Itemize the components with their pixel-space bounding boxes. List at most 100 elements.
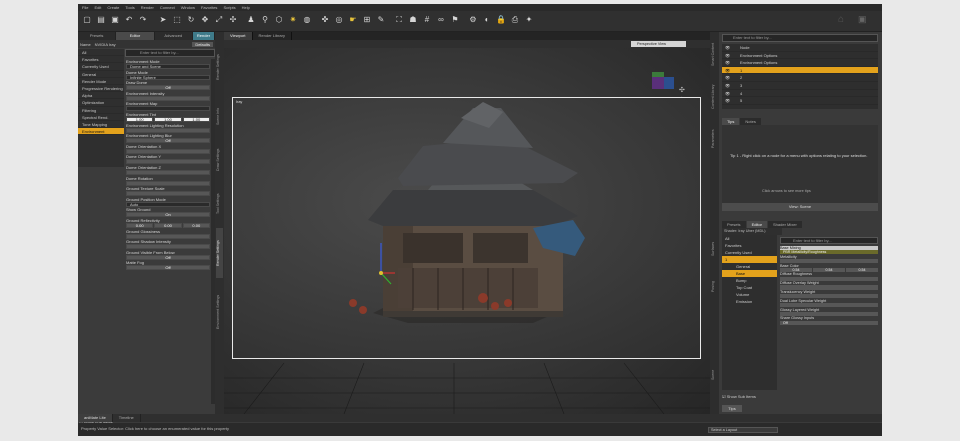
vtab-smart-content[interactable]: Smart Content (711, 36, 718, 72)
prop-share-glossy-inputs[interactable]: Share Glossy Inputs Off (780, 316, 878, 325)
category-item-environment[interactable]: Environment (78, 128, 124, 136)
menu-favorites[interactable]: Favorites (201, 5, 217, 10)
visibility-icon[interactable]: 👁 (725, 82, 730, 90)
scene-node[interactable]: 👁 4 (722, 90, 878, 98)
new-scene-icon[interactable]: ▢ (82, 15, 92, 25)
visibility-icon[interactable]: 👁 (725, 74, 730, 82)
tab-notes[interactable]: Notes (740, 118, 761, 125)
prop-environment-tint[interactable]: Environment Tint 1.00 1.00 1.00 (125, 112, 211, 123)
prop-environment-map[interactable]: Environment Map (125, 101, 211, 112)
reflect-r[interactable]: 0.00 (126, 222, 154, 228)
prop-value[interactable]: Off (126, 254, 210, 260)
camera-select[interactable]: Perspective View (631, 41, 686, 47)
prop-slider[interactable] (126, 159, 210, 165)
rotate-icon[interactable]: ↻ (186, 15, 196, 25)
show-sub-items-checkbox[interactable]: ☑ Show Sub Items (722, 394, 756, 399)
iray-icon[interactable]: ✦ (524, 15, 534, 25)
category-item[interactable]: Optimization (78, 99, 124, 107)
prop-ground-shadow-intensity[interactable]: Ground Shadow Intensity (125, 239, 211, 250)
joint-editor-icon[interactable]: ⚲ (260, 15, 270, 25)
region-navigator-icon[interactable]: ⊞ (362, 15, 372, 25)
prop-dome-rotation[interactable]: Dome Rotation (125, 176, 211, 187)
prop-slider[interactable] (126, 180, 210, 186)
prop-slider[interactable] (126, 127, 210, 133)
base-color-g[interactable]: 0.54 (813, 267, 845, 272)
render-button[interactable]: Render (192, 32, 215, 40)
prop-metallicity[interactable]: Metallicity (780, 255, 878, 264)
spot-render-icon[interactable]: ◎ (334, 15, 344, 25)
scene-node[interactable]: 👁 Environment Options (722, 59, 878, 67)
prop-matte-fog[interactable]: Matte Fog Off (125, 260, 211, 271)
category-item[interactable]: General (78, 71, 124, 78)
scene-node[interactable]: 👁 Node (722, 44, 878, 52)
vtab-environment-settings[interactable]: Environment Settings (216, 282, 223, 342)
prop-ground-position-mode[interactable]: Ground Position Mode Auto (125, 197, 211, 208)
surface-category-base[interactable]: Base (722, 270, 777, 277)
layout-select[interactable]: Select a Layout (708, 427, 778, 433)
prop-ground-glossiness[interactable]: Ground Glossiness (125, 229, 211, 240)
surface-tool-icon[interactable]: ◍ (302, 15, 312, 25)
prop-slider[interactable] (126, 148, 210, 154)
pagoda-house-model[interactable] (233, 98, 702, 360)
prop-slider[interactable] (780, 259, 878, 264)
undo-icon[interactable]: ↶ (124, 15, 134, 25)
base-mixing-select[interactable]: PBR Metallicity/Roughness (780, 250, 878, 255)
category-item[interactable]: Tone Mapping (78, 121, 124, 129)
vtab-render-settings[interactable]: Render Settings (216, 42, 223, 92)
menu-file[interactable]: File (82, 5, 88, 10)
prop-diffuse-overlay-weight[interactable]: Diffuse Overlay Weight (780, 281, 878, 290)
view-scene-button[interactable]: View: Scene (722, 203, 878, 211)
property-search-input[interactable]: Enter text to filter by... (125, 49, 215, 57)
pin-icon[interactable]: ⚑ (450, 15, 460, 25)
prop-environment-mode[interactable]: Environment Mode Dome and Scene (125, 59, 211, 70)
menu-create[interactable]: Create (107, 5, 119, 10)
prop-slider[interactable] (780, 294, 878, 299)
tab-advanced[interactable]: Advanced (155, 32, 193, 40)
tab-viewport[interactable]: Viewport (224, 32, 253, 40)
visibility-icon[interactable]: 👁 (725, 97, 730, 105)
prop-env-lighting-blur[interactable]: Environment Lighting Blur Off (125, 133, 211, 144)
tint-g[interactable]: 1.00 (154, 116, 182, 122)
reflect-b[interactable]: 0.00 (182, 222, 210, 228)
surface-category-node[interactable]: 1 (722, 256, 777, 263)
prop-value[interactable]: Dome and Scene (126, 64, 210, 69)
prop-ground-visible-below[interactable]: Ground Visible From Below Off (125, 250, 211, 261)
camera-icon[interactable]: ⛶ (394, 15, 404, 25)
prop-env-lighting-resolution[interactable]: Environment Lighting Resolution (125, 123, 211, 134)
tint-b[interactable]: 1.00 (182, 116, 210, 122)
prop-dome-mode[interactable]: Dome Mode Infinite Sphere (125, 70, 211, 81)
prop-slider[interactable] (780, 285, 878, 290)
select-arrow-icon[interactable]: ➤ (158, 15, 168, 25)
redo-icon[interactable]: ↷ (138, 15, 148, 25)
prop-value[interactable]: Off (126, 85, 210, 91)
prop-show-ground[interactable]: Show Ground On (125, 207, 211, 218)
menu-connect[interactable]: Connect (160, 5, 175, 10)
surface-category[interactable]: Currently Used (722, 249, 777, 256)
category-item[interactable]: Progressive Rendering (78, 85, 124, 93)
tab-editor[interactable]: Editor (116, 32, 155, 40)
tab-shader-mixer[interactable]: Shader Mixer (768, 221, 802, 228)
active-pose-icon[interactable]: ♟ (246, 15, 256, 25)
tab-presets[interactable]: Presets (78, 32, 117, 40)
prop-value[interactable]: Off (126, 138, 210, 144)
tab-render-library[interactable]: Render Library (253, 32, 292, 40)
open-icon[interactable]: ▤ (96, 15, 106, 25)
prop-dome-orientation-x[interactable]: Dome Orientation X (125, 144, 211, 155)
prop-base-mixing[interactable]: Base Mixing PBR Metallicity/Roughness (780, 246, 878, 255)
prop-slider[interactable] (780, 276, 878, 281)
engine-select[interactable]: NVIDIA Iray (95, 42, 116, 47)
light-icon[interactable]: ✷ (288, 15, 298, 25)
surface-category[interactable]: All (722, 235, 777, 242)
category-item[interactable]: Currently Used (78, 63, 124, 71)
surface-category[interactable]: General (722, 263, 777, 270)
scene-node[interactable]: 👁 3 (722, 82, 878, 90)
reflect-g[interactable]: 0.00 (154, 222, 182, 228)
vtab-content-library[interactable]: Content Library (711, 76, 718, 118)
scene-node[interactable]: 👁 2 (722, 74, 878, 82)
vtab-scene[interactable]: Scene (711, 362, 718, 388)
node-select-icon[interactable]: ⬚ (172, 15, 182, 25)
transform-icon[interactable]: ✜ (320, 15, 330, 25)
prop-dome-orientation-z[interactable]: Dome Orientation Z (125, 165, 211, 176)
prop-slider[interactable] (126, 191, 210, 197)
visibility-icon[interactable]: 👁 (725, 44, 730, 52)
